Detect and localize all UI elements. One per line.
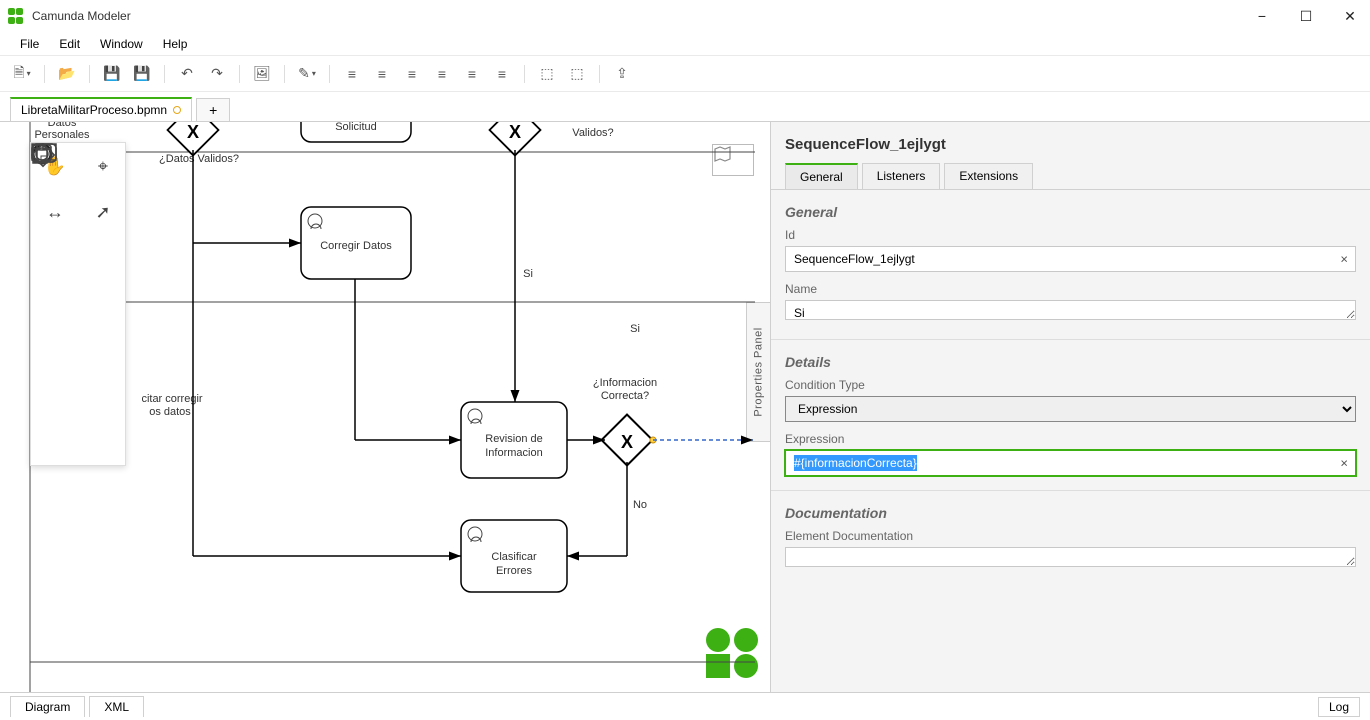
documentation-label: Element Documentation bbox=[785, 529, 1356, 543]
divider bbox=[771, 490, 1370, 491]
align-top-button[interactable]: ≡ bbox=[430, 62, 454, 86]
save-as-button[interactable]: 💾 bbox=[130, 62, 154, 86]
selected-element-title: SequenceFlow_1ejlygt bbox=[771, 122, 1370, 153]
align-middle-button[interactable]: ≡ bbox=[460, 62, 484, 86]
svg-text:os datos: os datos bbox=[149, 406, 191, 418]
save-button[interactable]: 💾 bbox=[100, 62, 124, 86]
toolbar: 🗎 📂 💾 💾 ↶ ↷ 🖼 ✎ ≡ ≡ ≡ ≡ ≡ ≡ ⬚ ⬚ ⇪ bbox=[0, 56, 1370, 92]
minimize-button[interactable]: − bbox=[1250, 8, 1274, 25]
documentation-input[interactable] bbox=[785, 547, 1356, 567]
svg-text:Validos?: Validos? bbox=[572, 127, 613, 139]
name-input[interactable] bbox=[785, 300, 1356, 320]
svg-text:Errores: Errores bbox=[496, 565, 533, 577]
properties-body: General Id × Name Details Condition Type… bbox=[771, 189, 1370, 602]
svg-text:¿Datos Validos?: ¿Datos Validos? bbox=[159, 153, 239, 165]
svg-text:X: X bbox=[509, 122, 521, 142]
toolbar-separator bbox=[284, 65, 285, 83]
image-button[interactable]: 🖼 bbox=[250, 62, 274, 86]
group-details: Details bbox=[785, 354, 1356, 370]
name-label: Name bbox=[785, 282, 1356, 296]
svg-text:X: X bbox=[621, 432, 633, 452]
toolbar-separator bbox=[599, 65, 600, 83]
participant-icon[interactable] bbox=[31, 419, 79, 465]
diagram-canvas[interactable]: ✋ ⌖ ↔ ➚ Properties Pane bbox=[0, 122, 770, 692]
svg-text:Datos: Datos bbox=[48, 122, 77, 129]
condition-type-label: Condition Type bbox=[785, 378, 1356, 392]
properties-tabs: General Listeners Extensions bbox=[771, 153, 1370, 189]
app-title: Camunda Modeler bbox=[32, 9, 131, 23]
distribute-v-button[interactable]: ⬚ bbox=[565, 62, 589, 86]
svg-text:Solicitud: Solicitud bbox=[335, 122, 377, 133]
divider bbox=[771, 339, 1370, 340]
svg-text:Clasificar: Clasificar bbox=[491, 551, 537, 563]
toolbar-separator bbox=[329, 65, 330, 83]
toolbar-separator bbox=[89, 65, 90, 83]
tab-xml[interactable]: XML bbox=[89, 696, 144, 717]
expression-label: Expression bbox=[785, 432, 1356, 446]
undo-button[interactable]: ↶ bbox=[175, 62, 199, 86]
svg-text:Personales: Personales bbox=[34, 129, 90, 141]
file-tab-label: LibretaMilitarProceso.bpmn bbox=[21, 103, 167, 117]
new-file-button[interactable]: 🗎 bbox=[10, 62, 34, 86]
align-bottom-button[interactable]: ≡ bbox=[490, 62, 514, 86]
app-logo-icon bbox=[8, 8, 24, 24]
log-button[interactable]: Log bbox=[1318, 697, 1360, 717]
menu-edit[interactable]: Edit bbox=[51, 35, 88, 53]
maximize-button[interactable]: ☐ bbox=[1294, 8, 1318, 25]
align-center-button[interactable]: ≡ bbox=[370, 62, 394, 86]
redo-button[interactable]: ↷ bbox=[205, 62, 229, 86]
close-button[interactable]: ✕ bbox=[1338, 8, 1362, 25]
title-bar: Camunda Modeler − ☐ ✕ bbox=[0, 0, 1370, 32]
unsaved-indicator-icon bbox=[173, 106, 181, 114]
toolbar-separator bbox=[524, 65, 525, 83]
svg-text:Corregir Datos: Corregir Datos bbox=[320, 240, 392, 252]
add-tab-button[interactable]: + bbox=[196, 98, 230, 121]
group-documentation: Documentation bbox=[785, 505, 1356, 521]
distribute-h-button[interactable]: ⬚ bbox=[535, 62, 559, 86]
tab-general[interactable]: General bbox=[785, 163, 858, 189]
toolbar-separator bbox=[164, 65, 165, 83]
group-general: General bbox=[785, 204, 1356, 220]
properties-panel: SequenceFlow_1ejlygt General Listeners E… bbox=[770, 122, 1370, 692]
condition-type-select[interactable]: Expression bbox=[785, 396, 1356, 422]
svg-text:Correcta?: Correcta? bbox=[601, 390, 649, 402]
id-label: Id bbox=[785, 228, 1356, 242]
open-button[interactable]: 📂 bbox=[55, 62, 79, 86]
menu-bar: File Edit Window Help bbox=[0, 32, 1370, 56]
footer-bar: Diagram XML Log bbox=[0, 692, 1370, 720]
clear-id-icon[interactable]: × bbox=[1340, 252, 1348, 267]
svg-text:Revision de: Revision de bbox=[485, 433, 542, 445]
toolbar-separator bbox=[44, 65, 45, 83]
svg-text:No: No bbox=[633, 499, 647, 511]
main-area: ✋ ⌖ ↔ ➚ Properties Pane bbox=[0, 122, 1370, 692]
file-tab-row: LibretaMilitarProceso.bpmn + bbox=[0, 92, 1370, 122]
toolbar-separator bbox=[239, 65, 240, 83]
menu-file[interactable]: File bbox=[12, 35, 47, 53]
file-tab[interactable]: LibretaMilitarProceso.bpmn bbox=[10, 97, 192, 121]
clear-expression-icon[interactable]: × bbox=[1340, 456, 1348, 471]
id-input[interactable] bbox=[785, 246, 1356, 272]
align-right-button[interactable]: ≡ bbox=[400, 62, 424, 86]
window-controls: − ☐ ✕ bbox=[1250, 8, 1362, 25]
tab-diagram[interactable]: Diagram bbox=[10, 696, 85, 717]
align-left-button[interactable]: ≡ bbox=[340, 62, 364, 86]
svg-text:Si: Si bbox=[523, 268, 533, 280]
menu-window[interactable]: Window bbox=[92, 35, 151, 53]
menu-help[interactable]: Help bbox=[155, 35, 196, 53]
expression-value: #{informacionCorrecta} bbox=[794, 455, 917, 471]
expression-input[interactable]: #{informacionCorrecta} bbox=[785, 450, 1356, 476]
deploy-button[interactable]: ⇪ bbox=[610, 62, 634, 86]
svg-text:¿Informacion: ¿Informacion bbox=[593, 377, 657, 389]
tab-extensions[interactable]: Extensions bbox=[944, 163, 1033, 189]
color-button[interactable]: ✎ bbox=[295, 62, 319, 86]
svg-text:X: X bbox=[187, 122, 199, 142]
svg-text:Si: Si bbox=[630, 323, 640, 335]
tab-listeners[interactable]: Listeners bbox=[862, 163, 941, 189]
svg-text:Informacion: Informacion bbox=[485, 447, 542, 459]
elements-palette: ✋ ⌖ ↔ ➚ bbox=[30, 142, 126, 466]
